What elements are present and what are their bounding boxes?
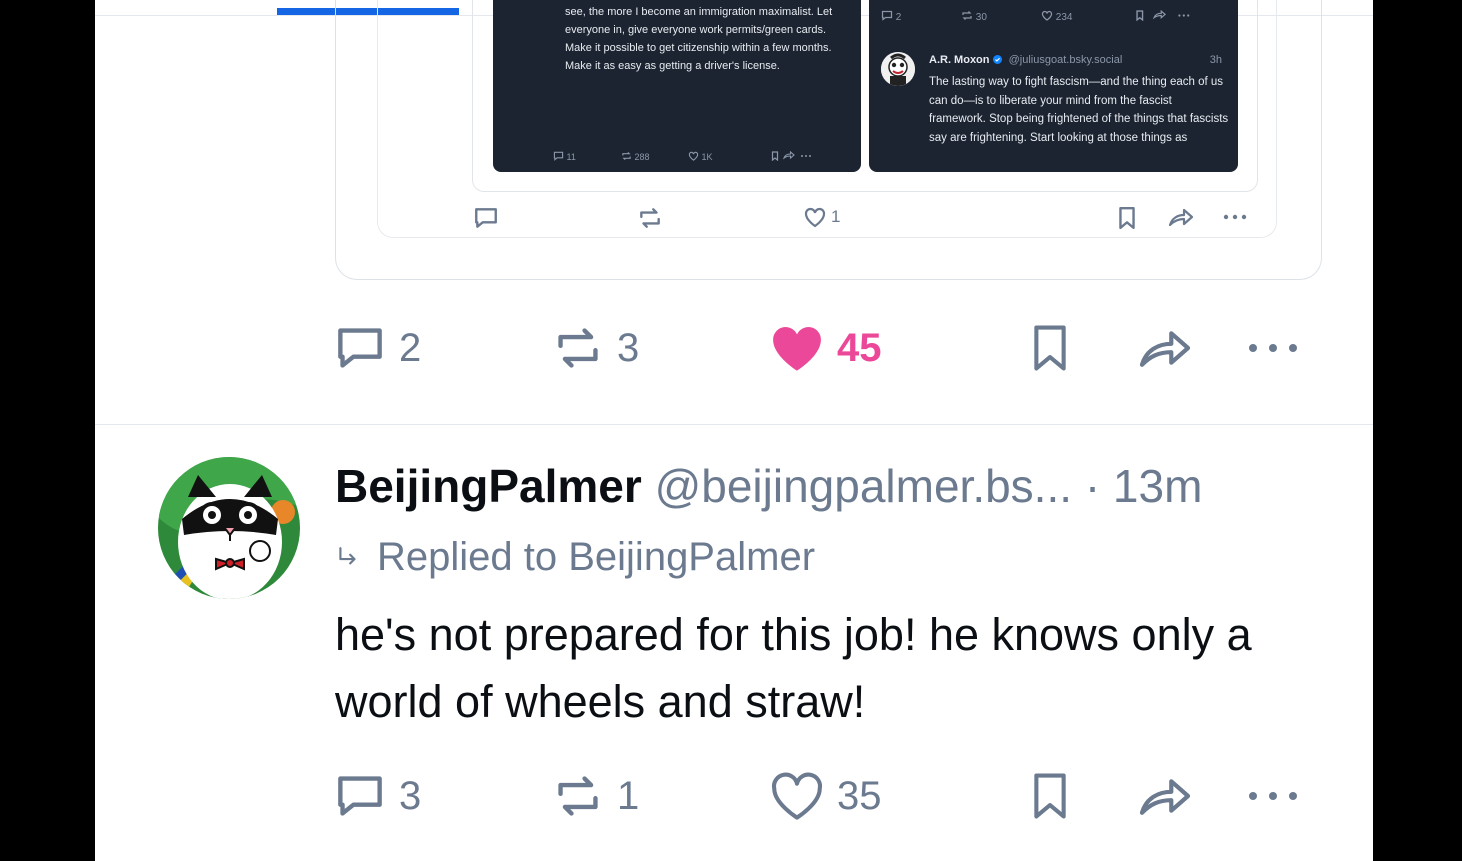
post-time[interactable]: 13m — [1113, 460, 1202, 512]
screenshot-right-menu-icons — [1127, 9, 1201, 24]
quoted-more-button[interactable] — [1221, 206, 1249, 228]
reply-button[interactable]: 2 — [333, 318, 421, 378]
repost-button[interactable]: 3 — [551, 318, 639, 378]
screenshot-left-repost-count: 288 — [621, 151, 650, 162]
more-icon — [1249, 792, 1297, 800]
reply-count: 2 — [399, 325, 422, 370]
bookmark-share-more-icons — [1136, 9, 1190, 22]
bookmark-button[interactable] — [1029, 318, 1071, 378]
separator-dot: · — [1084, 460, 1101, 512]
screenshot-right-like-count: 234 — [1041, 10, 1072, 23]
share-icon — [1139, 331, 1191, 367]
repost-count: 1 — [617, 773, 640, 818]
replied-to-link[interactable]: Replied to BeijingPalmer — [335, 535, 815, 580]
reply-arrow-icon — [339, 546, 356, 564]
reply-icon — [553, 151, 564, 161]
quoted-share-button[interactable] — [1167, 206, 1195, 228]
post-divider — [95, 424, 1373, 425]
share-icon — [1139, 779, 1191, 815]
like-count: 45 — [837, 325, 882, 370]
like-button[interactable]: 35 — [769, 766, 882, 826]
repost-count: 3 — [617, 325, 640, 370]
feed-page: see, the more I become an immigration ma… — [95, 0, 1373, 861]
reply-post-actions: 3 1 35 — [95, 766, 1373, 826]
heart-filled-icon — [773, 327, 821, 371]
heart-icon — [804, 207, 826, 228]
repost-icon — [962, 11, 972, 20]
like-count: 35 — [837, 773, 882, 818]
screenshot-left-menu-icons — [771, 150, 817, 163]
quoted-repost-button[interactable] — [637, 206, 663, 230]
author-handle[interactable]: @beijingpalmer.bs... — [655, 460, 1072, 512]
more-icon — [1249, 344, 1297, 352]
screenshot-left-text: see, the more I become an immigration ma… — [565, 6, 833, 72]
cat-avatar-image — [158, 457, 300, 599]
bookmark-button[interactable] — [1029, 766, 1071, 826]
reply-icon — [338, 776, 382, 816]
moxon-name: A.R. Moxon — [929, 54, 990, 66]
reply-icon — [338, 328, 382, 368]
heart-icon — [1041, 10, 1053, 21]
share-icon — [1168, 208, 1194, 227]
screenshot-image-right[interactable]: 2 30 234 A.R. Moxon @juliusgoat.bsky.soc… — [869, 0, 1238, 172]
post-actions: 2 3 45 — [95, 318, 1373, 378]
screenshot-right-reply-count: 2 — [881, 10, 901, 23]
bookmark-icon — [1034, 773, 1066, 819]
quoted-like-button[interactable]: 1 — [803, 206, 840, 228]
share-button[interactable] — [1135, 766, 1195, 826]
more-icon — [1223, 214, 1247, 220]
replied-to-text: Replied to BeijingPalmer — [377, 535, 816, 579]
like-button[interactable]: 45 — [769, 318, 882, 378]
heart-icon — [771, 772, 823, 820]
screenshot-right-header: A.R. Moxon @juliusgoat.bsky.social — [929, 54, 1122, 66]
screenshot-right-repost-count: 30 — [961, 10, 987, 23]
verified-badge-icon — [992, 55, 1002, 64]
moxon-avatar — [881, 52, 915, 86]
screenshot-image-left[interactable]: see, the more I become an immigration ma… — [493, 0, 861, 172]
repost-icon — [558, 328, 598, 368]
repost-button[interactable]: 1 — [551, 766, 639, 826]
post-body: he's not prepared for this job! he knows… — [335, 609, 1252, 727]
share-button[interactable] — [1135, 318, 1195, 378]
moxon-post-text: The lasting way to fight fascism—and the… — [929, 76, 1229, 144]
bookmark-icon — [1034, 325, 1066, 371]
heart-icon — [688, 151, 699, 161]
moxon-time: 3h — [1209, 54, 1222, 66]
repost-icon — [622, 151, 631, 161]
quoted-bookmark-button[interactable] — [1117, 206, 1137, 230]
reply-icon — [475, 208, 497, 228]
reply-button[interactable]: 3 — [333, 766, 421, 826]
quoted-post-actions: 1 — [95, 206, 1373, 234]
reply-icon — [881, 10, 893, 21]
quoted-like-count: 1 — [831, 207, 841, 226]
reply-count: 3 — [399, 773, 422, 818]
bookmark-share-more-icons — [771, 150, 811, 162]
avatar[interactable] — [158, 457, 300, 599]
screenshot-left-stats: 11 288 1K — [493, 150, 861, 167]
bookmark-icon — [1119, 206, 1135, 230]
screenshot-left-reply-count: 11 — [553, 151, 576, 162]
more-options-button[interactable] — [1245, 766, 1301, 826]
post-header: BeijingPalmer @beijingpalmer.bs... · 13m — [335, 459, 1202, 513]
screenshot-left-like-count: 1K — [688, 151, 713, 162]
author-name[interactable]: BeijingPalmer — [335, 460, 642, 512]
more-options-button[interactable] — [1245, 318, 1301, 378]
quoted-reply-button[interactable] — [473, 206, 499, 230]
repost-icon — [640, 208, 660, 228]
repost-icon — [558, 776, 598, 816]
moxon-handle: @juliusgoat.bsky.social — [1008, 54, 1123, 66]
